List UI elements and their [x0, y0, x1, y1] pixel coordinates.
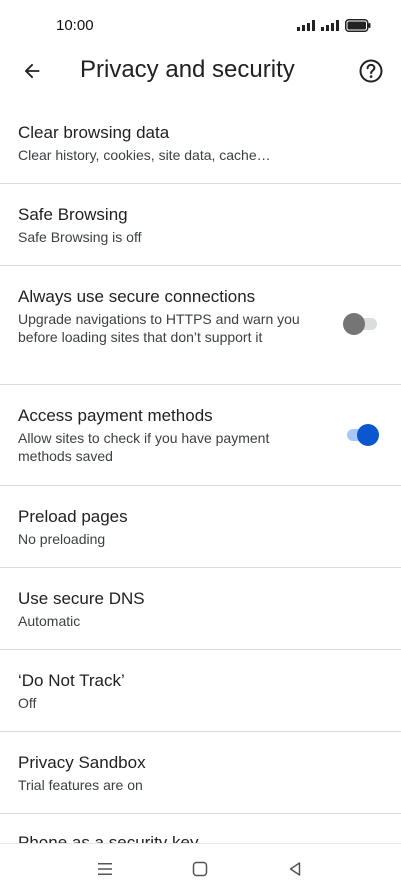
setting-access-payment-methods[interactable]: Access payment methods Allow sites to ch… [0, 385, 401, 486]
back-button[interactable] [18, 57, 46, 85]
signal-icon-2 [321, 20, 339, 31]
setting-subtitle: Off [18, 695, 37, 711]
nav-back-button[interactable] [284, 858, 306, 880]
setting-subtitle: Trial features are on [18, 777, 143, 793]
toggle-thumb [357, 424, 379, 446]
settings-list: Clear browsing data Clear history, cooki… [0, 102, 401, 814]
setting-subtitle: Clear history, cookies, site data, cache… [18, 147, 271, 163]
menu-icon [98, 863, 112, 875]
help-circle-icon [359, 59, 383, 83]
system-nav-bar [0, 843, 401, 892]
setting-privacy-sandbox[interactable]: Privacy Sandbox Trial features are on [0, 732, 401, 814]
setting-subtitle: Upgrade navigations to HTTPS and warn yo… [18, 311, 300, 345]
setting-title: Privacy Sandbox [18, 753, 146, 772]
app-bar: Privacy and security [0, 52, 401, 90]
recents-button[interactable] [94, 858, 116, 880]
setting-do-not-track[interactable]: ‘Do Not Track’ Off [0, 650, 401, 732]
setting-title: Use secure DNS [18, 589, 145, 608]
setting-title: ‘Do Not Track’ [18, 671, 125, 690]
setting-title: Clear browsing data [18, 123, 170, 142]
home-button[interactable] [189, 858, 211, 880]
setting-title: Access payment methods [18, 406, 213, 425]
status-time: 10:00 [56, 17, 94, 34]
toggle-thumb [343, 313, 365, 335]
screen: 10:00 Privacy and security Clear browsin… [0, 0, 401, 892]
status-icons [297, 19, 371, 32]
setting-clear-browsing-data[interactable]: Clear browsing data Clear history, cooki… [0, 102, 401, 184]
help-button[interactable] [357, 57, 385, 85]
payment-methods-toggle[interactable] [343, 424, 379, 446]
secure-connections-toggle[interactable] [343, 313, 379, 335]
setting-subtitle: No preloading [18, 531, 106, 547]
status-bar: 10:00 [0, 0, 401, 52]
arrow-back-icon [24, 63, 40, 79]
setting-text: Access payment methods Allow sites to ch… [18, 405, 318, 465]
setting-title: Safe Browsing [18, 205, 128, 224]
setting-title: Always use secure connections [18, 287, 256, 306]
setting-always-use-secure-connections[interactable]: Always use secure connections Upgrade na… [0, 266, 401, 385]
page-title: Privacy and security [80, 56, 295, 83]
setting-preload-pages[interactable]: Preload pages No preloading [0, 486, 401, 568]
setting-title: Preload pages [18, 507, 128, 526]
setting-subtitle: Automatic [18, 613, 81, 629]
battery-icon [345, 19, 371, 32]
setting-safe-browsing[interactable]: Safe Browsing Safe Browsing is off [0, 184, 401, 266]
signal-icon [297, 20, 315, 31]
home-square-icon [192, 861, 208, 877]
setting-use-secure-dns[interactable]: Use secure DNS Automatic [0, 568, 401, 650]
setting-subtitle: Allow sites to check if you have payment… [18, 430, 270, 464]
back-triangle-icon [289, 862, 301, 876]
setting-text: Always use secure connections Upgrade na… [18, 286, 318, 346]
setting-subtitle: Safe Browsing is off [18, 229, 142, 245]
